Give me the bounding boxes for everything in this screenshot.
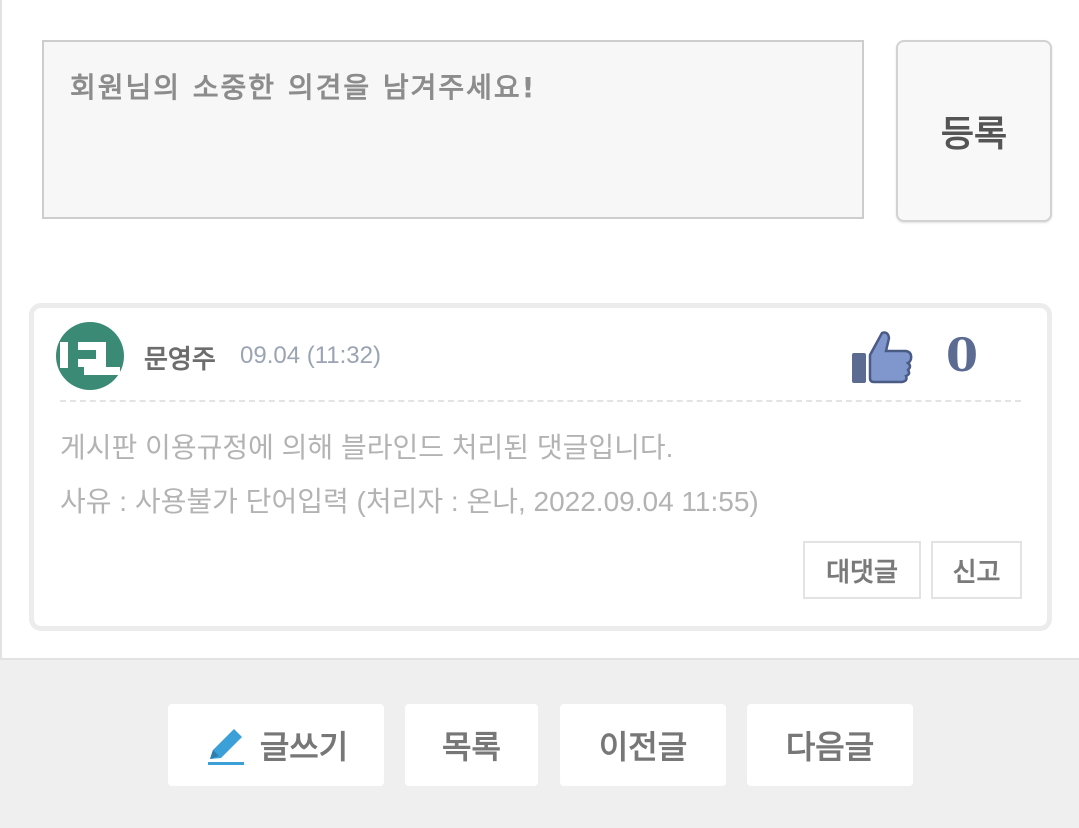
left-divider: [0, 0, 2, 658]
like-count: 0: [946, 328, 979, 382]
comment-body-reason: 사유 : 사용불가 단어입력 (처리자 : 온나, 2022.09.04 11:…: [60, 486, 759, 517]
prev-post-button[interactable]: 이전글: [560, 704, 726, 786]
comment-card: 문영주 09.04 (11:32) 0 게시판 이용규정에 의해 블라인드 처리…: [29, 303, 1052, 631]
list-button[interactable]: 목록: [405, 704, 538, 786]
avatar: [56, 322, 124, 390]
submit-comment-button[interactable]: 등록: [896, 40, 1052, 222]
write-button-label: 글쓰기: [259, 728, 349, 766]
comment-author: 문영주: [144, 345, 216, 375]
comment-body-notice: 게시판 이용규정에 의해 블라인드 처리된 댓글입니다.: [60, 432, 674, 463]
pencil-icon: [207, 729, 244, 765]
comment-input[interactable]: [42, 40, 864, 219]
comment-date: 09.04 (11:32): [240, 342, 381, 369]
thumbs-up-icon[interactable]: [850, 329, 914, 385]
next-post-button[interactable]: 다음글: [747, 704, 913, 786]
bottom-nav: 글쓰기 목록 이전글 다음글: [0, 658, 1079, 828]
reply-button[interactable]: 대댓글: [803, 541, 921, 599]
write-button[interactable]: 글쓰기: [168, 704, 384, 786]
comment-divider: [60, 400, 1021, 402]
report-button[interactable]: 신고: [931, 541, 1022, 599]
